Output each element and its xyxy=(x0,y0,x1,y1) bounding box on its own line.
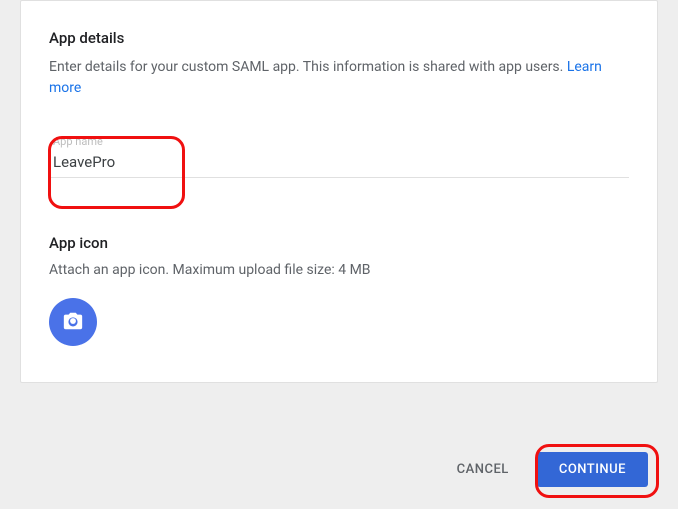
continue-button[interactable]: CONTINUE xyxy=(537,452,648,487)
upload-icon-button[interactable] xyxy=(49,298,97,346)
app-details-description: Enter details for your custom SAML app. … xyxy=(49,57,629,99)
app-name-field[interactable]: App name xyxy=(49,127,629,178)
cancel-button[interactable]: CANCEL xyxy=(447,454,519,485)
camera-icon xyxy=(62,310,84,335)
app-details-card: App details Enter details for your custo… xyxy=(20,0,658,383)
app-name-input[interactable] xyxy=(53,153,625,171)
footer-actions: CANCEL CONTINUE xyxy=(447,452,648,487)
app-name-label: App name xyxy=(53,135,625,148)
app-details-title: App details xyxy=(49,29,629,47)
app-icon-title: App icon xyxy=(49,234,629,252)
app-details-desc-text: Enter details for your custom SAML app. … xyxy=(49,59,567,75)
app-icon-description: Attach an app icon. Maximum upload file … xyxy=(49,262,629,278)
